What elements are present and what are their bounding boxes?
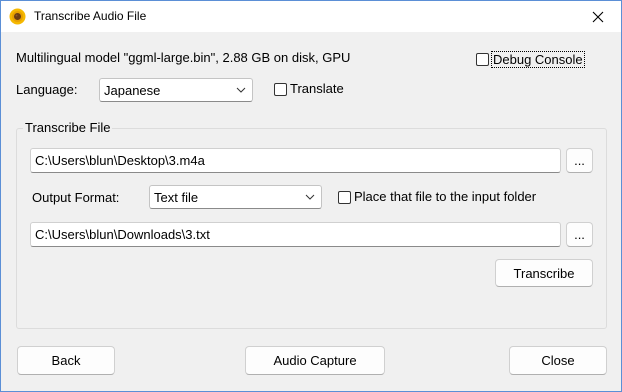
sunflower-icon [9,8,26,25]
audio-capture-button[interactable]: Audio Capture [245,346,385,375]
place-in-input-folder-checkbox[interactable] [338,191,351,204]
model-info-label: Multilingual model "ggml-large.bin", 2.8… [16,50,351,65]
translate-label[interactable]: Translate [290,81,344,96]
language-select[interactable]: Japanese [99,78,253,102]
browse-input-label: ... [574,153,585,168]
debug-console-label[interactable]: Debug Console [491,51,585,68]
browse-output-button[interactable]: ... [566,222,593,247]
transcribe-button-label: Transcribe [513,265,575,281]
close-button-label: Close [541,353,575,368]
browse-input-button[interactable]: ... [566,148,593,173]
transcribe-button[interactable]: Transcribe [495,259,593,287]
close-icon [592,11,604,22]
output-file-path: C:\Users\blun\Downloads\3.txt [35,227,210,242]
close-window-button[interactable] [575,1,621,32]
audio-capture-button-label: Audio Capture [273,353,357,368]
translate-checkbox[interactable] [274,83,287,96]
back-button[interactable]: Back [17,346,115,375]
language-value: Japanese [104,83,161,98]
debug-console-checkbox[interactable] [476,53,489,66]
output-format-label: Output Format: [32,190,120,205]
input-file-path: C:\Users\blun\Desktop\3.m4a [35,153,205,168]
input-file-field[interactable]: C:\Users\blun\Desktop\3.m4a [30,148,561,173]
transcribe-file-group-title: Transcribe File [23,120,113,135]
browse-output-label: ... [574,227,585,242]
place-in-input-folder-label[interactable]: Place that file to the input folder [354,189,536,204]
language-label: Language: [16,82,78,97]
chevron-down-icon [236,87,246,93]
output-file-field[interactable]: C:\Users\blun\Downloads\3.txt [30,222,561,247]
back-button-label: Back [51,353,81,368]
title-bar: Transcribe Audio File [1,1,621,32]
chevron-down-icon [305,194,315,200]
output-format-value: Text file [154,190,199,205]
window-title: Transcribe Audio File [34,9,147,23]
close-button[interactable]: Close [509,346,607,375]
transcribe-dialog: Transcribe Audio File Multilingual model… [0,0,622,392]
output-format-select[interactable]: Text file [149,185,322,209]
